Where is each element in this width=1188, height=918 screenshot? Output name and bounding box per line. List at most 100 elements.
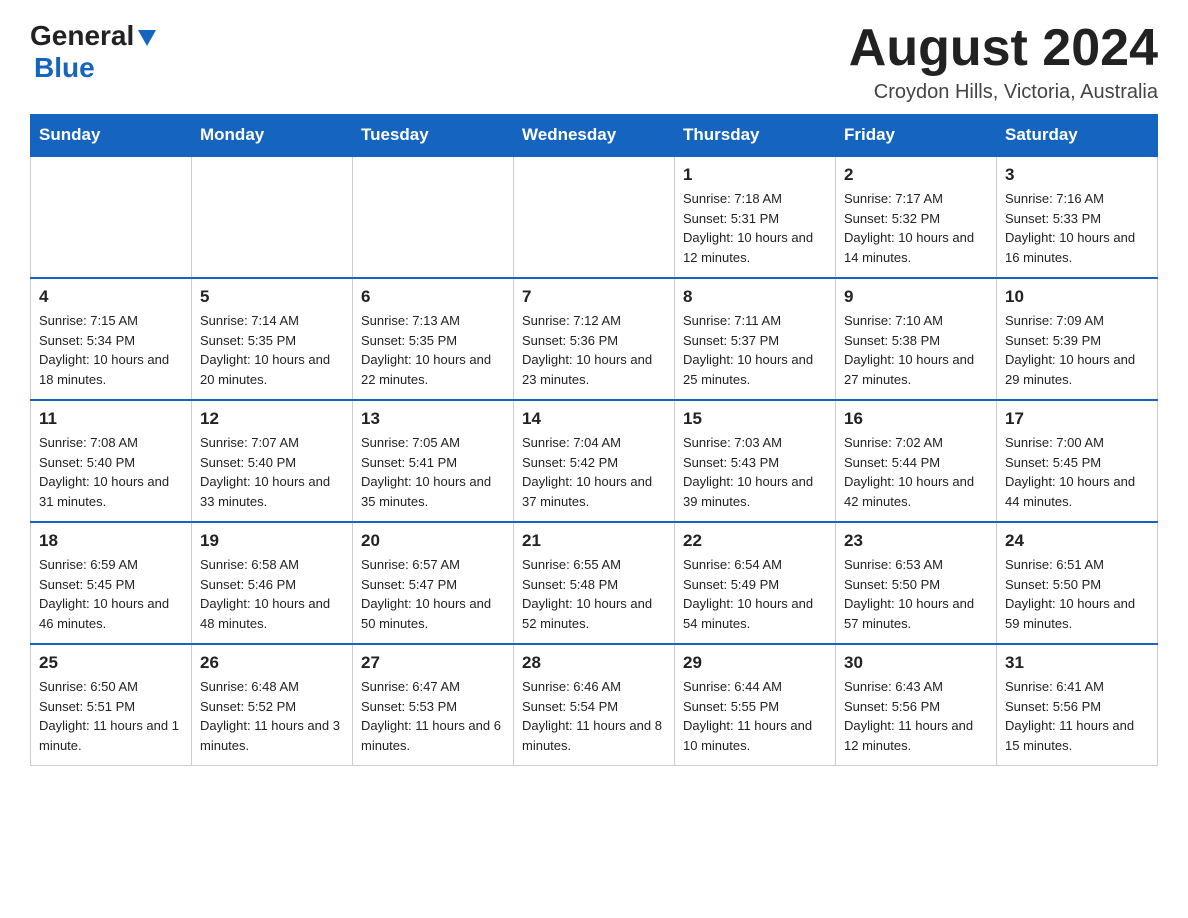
calendar-header-saturday: Saturday — [997, 115, 1158, 157]
day-info: Sunrise: 7:10 AMSunset: 5:38 PMDaylight:… — [844, 311, 988, 389]
day-info: Sunrise: 7:13 AMSunset: 5:35 PMDaylight:… — [361, 311, 505, 389]
day-number: 27 — [361, 653, 505, 673]
day-info: Sunrise: 7:18 AMSunset: 5:31 PMDaylight:… — [683, 189, 827, 267]
logo: General Blue — [30, 20, 158, 84]
calendar-cell: 5 Sunrise: 7:14 AMSunset: 5:35 PMDaylight… — [192, 278, 353, 400]
day-info: Sunrise: 7:05 AMSunset: 5:41 PMDaylight:… — [361, 433, 505, 511]
calendar-cell — [353, 156, 514, 278]
day-number: 1 — [683, 165, 827, 185]
calendar-header-monday: Monday — [192, 115, 353, 157]
day-number: 3 — [1005, 165, 1149, 185]
day-info: Sunrise: 7:09 AMSunset: 5:39 PMDaylight:… — [1005, 311, 1149, 389]
calendar-cell: 4Sunrise: 7:15 AMSunset: 5:34 PMDaylight… — [31, 278, 192, 400]
day-number: 22 — [683, 531, 827, 551]
calendar-cell: 19Sunrise: 6:58 AMSunset: 5:46 PMDayligh… — [192, 522, 353, 644]
calendar-header-thursday: Thursday — [675, 115, 836, 157]
calendar-cell — [514, 156, 675, 278]
calendar-cell: 3 Sunrise: 7:16 AMSunset: 5:33 PMDaylight… — [997, 156, 1158, 278]
calendar-cell: 2 Sunrise: 7:17 AMSunset: 5:32 PMDaylight… — [836, 156, 997, 278]
day-number: 14 — [522, 409, 666, 429]
calendar-cell: 23Sunrise: 6:53 AMSunset: 5:50 PMDayligh… — [836, 522, 997, 644]
day-number: 25 — [39, 653, 183, 673]
calendar-header-sunday: Sunday — [31, 115, 192, 157]
day-number: 30 — [844, 653, 988, 673]
calendar-cell: 25Sunrise: 6:50 AMSunset: 5:51 PMDayligh… — [31, 644, 192, 766]
week-row-1: 1 Sunrise: 7:18 AMSunset: 5:31 PMDaylight… — [31, 156, 1158, 278]
day-info: Sunrise: 7:11 AMSunset: 5:37 PMDaylight:… — [683, 311, 827, 389]
day-info: Sunrise: 6:47 AMSunset: 5:53 PMDaylight:… — [361, 677, 505, 755]
calendar-cell: 22 Sunrise: 6:54 AMSunset: 5:49 PMDayligh… — [675, 522, 836, 644]
calendar-cell: 6 Sunrise: 7:13 AMSunset: 5:35 PMDaylight… — [353, 278, 514, 400]
calendar-cell: 8Sunrise: 7:11 AMSunset: 5:37 PMDaylight… — [675, 278, 836, 400]
day-number: 26 — [200, 653, 344, 673]
calendar-header-friday: Friday — [836, 115, 997, 157]
day-info: Sunrise: 7:14 AMSunset: 5:35 PMDaylight:… — [200, 311, 344, 389]
week-row-5: 25Sunrise: 6:50 AMSunset: 5:51 PMDayligh… — [31, 644, 1158, 766]
day-number: 12 — [200, 409, 344, 429]
day-info: Sunrise: 7:03 AMSunset: 5:43 PMDaylight:… — [683, 433, 827, 511]
calendar-cell: 18 Sunrise: 6:59 AMSunset: 5:45 PMDayligh… — [31, 522, 192, 644]
title-area: August 2024 Croydon Hills, Victoria, Aus… — [849, 20, 1158, 104]
calendar-header-tuesday: Tuesday — [353, 115, 514, 157]
day-info: Sunrise: 6:54 AMSunset: 5:49 PMDaylight:… — [683, 555, 827, 633]
logo-general-text: General — [30, 20, 134, 52]
calendar-cell: 15 Sunrise: 7:03 AMSunset: 5:43 PMDayligh… — [675, 400, 836, 522]
day-info: Sunrise: 6:46 AMSunset: 5:54 PMDaylight:… — [522, 677, 666, 755]
page-subtitle: Croydon Hills, Victoria, Australia — [849, 81, 1158, 104]
week-row-3: 11Sunrise: 7:08 AMSunset: 5:40 PMDayligh… — [31, 400, 1158, 522]
logo-triangle-icon — [136, 26, 158, 48]
day-info: Sunrise: 7:17 AMSunset: 5:32 PMDaylight:… — [844, 189, 988, 267]
calendar-cell: 1 Sunrise: 7:18 AMSunset: 5:31 PMDaylight… — [675, 156, 836, 278]
day-number: 16 — [844, 409, 988, 429]
day-info: Sunrise: 7:07 AMSunset: 5:40 PMDaylight:… — [200, 433, 344, 511]
day-number: 11 — [39, 409, 183, 429]
calendar-cell: 31 Sunrise: 6:41 AMSunset: 5:56 PMDayligh… — [997, 644, 1158, 766]
day-info: Sunrise: 7:16 AMSunset: 5:33 PMDaylight:… — [1005, 189, 1149, 267]
day-info: Sunrise: 7:04 AMSunset: 5:42 PMDaylight:… — [522, 433, 666, 511]
day-info: Sunrise: 6:48 AMSunset: 5:52 PMDaylight:… — [200, 677, 344, 755]
day-number: 10 — [1005, 287, 1149, 307]
calendar-cell: 11Sunrise: 7:08 AMSunset: 5:40 PMDayligh… — [31, 400, 192, 522]
calendar-cell: 26 Sunrise: 6:48 AMSunset: 5:52 PMDayligh… — [192, 644, 353, 766]
day-info: Sunrise: 6:57 AMSunset: 5:47 PMDaylight:… — [361, 555, 505, 633]
calendar-cell: 10 Sunrise: 7:09 AMSunset: 5:39 PMDayligh… — [997, 278, 1158, 400]
day-info: Sunrise: 6:59 AMSunset: 5:45 PMDaylight:… — [39, 555, 183, 633]
day-number: 13 — [361, 409, 505, 429]
day-number: 6 — [361, 287, 505, 307]
day-info: Sunrise: 7:02 AMSunset: 5:44 PMDaylight:… — [844, 433, 988, 511]
calendar-cell: 17Sunrise: 7:00 AMSunset: 5:45 PMDayligh… — [997, 400, 1158, 522]
day-number: 29 — [683, 653, 827, 673]
calendar-cell: 12 Sunrise: 7:07 AMSunset: 5:40 PMDayligh… — [192, 400, 353, 522]
day-number: 24 — [1005, 531, 1149, 551]
calendar-cell: 9Sunrise: 7:10 AMSunset: 5:38 PMDaylight… — [836, 278, 997, 400]
day-info: Sunrise: 6:55 AMSunset: 5:48 PMDaylight:… — [522, 555, 666, 633]
week-row-4: 18 Sunrise: 6:59 AMSunset: 5:45 PMDayligh… — [31, 522, 1158, 644]
day-number: 7 — [522, 287, 666, 307]
calendar-cell: 24 Sunrise: 6:51 AMSunset: 5:50 PMDayligh… — [997, 522, 1158, 644]
logo-blue-text: Blue — [34, 52, 95, 84]
calendar-cell: 27 Sunrise: 6:47 AMSunset: 5:53 PMDayligh… — [353, 644, 514, 766]
calendar-cell — [192, 156, 353, 278]
day-number: 18 — [39, 531, 183, 551]
day-number: 2 — [844, 165, 988, 185]
day-info: Sunrise: 6:41 AMSunset: 5:56 PMDaylight:… — [1005, 677, 1149, 755]
calendar-cell: 7 Sunrise: 7:12 AMSunset: 5:36 PMDaylight… — [514, 278, 675, 400]
calendar-cell: 16 Sunrise: 7:02 AMSunset: 5:44 PMDayligh… — [836, 400, 997, 522]
day-info: Sunrise: 6:43 AMSunset: 5:56 PMDaylight:… — [844, 677, 988, 755]
week-row-2: 4Sunrise: 7:15 AMSunset: 5:34 PMDaylight… — [31, 278, 1158, 400]
calendar-cell: 13 Sunrise: 7:05 AMSunset: 5:41 PMDayligh… — [353, 400, 514, 522]
day-info: Sunrise: 6:53 AMSunset: 5:50 PMDaylight:… — [844, 555, 988, 633]
day-info: Sunrise: 7:12 AMSunset: 5:36 PMDaylight:… — [522, 311, 666, 389]
day-info: Sunrise: 6:58 AMSunset: 5:46 PMDaylight:… — [200, 555, 344, 633]
day-number: 20 — [361, 531, 505, 551]
day-number: 15 — [683, 409, 827, 429]
calendar-header-wednesday: Wednesday — [514, 115, 675, 157]
page-title: August 2024 — [849, 20, 1158, 77]
day-info: Sunrise: 6:51 AMSunset: 5:50 PMDaylight:… — [1005, 555, 1149, 633]
day-info: Sunrise: 6:44 AMSunset: 5:55 PMDaylight:… — [683, 677, 827, 755]
day-number: 31 — [1005, 653, 1149, 673]
day-info: Sunrise: 7:00 AMSunset: 5:45 PMDaylight:… — [1005, 433, 1149, 511]
day-number: 5 — [200, 287, 344, 307]
header: General Blue August 2024 Croydon Hills, … — [30, 20, 1158, 104]
calendar-table: SundayMondayTuesdayWednesdayThursdayFrid… — [30, 114, 1158, 766]
